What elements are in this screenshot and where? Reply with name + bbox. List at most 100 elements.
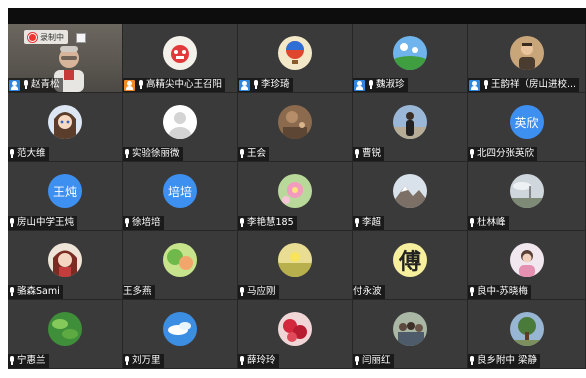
name-bar: 魏淑珍 bbox=[353, 78, 408, 92]
microphone-icon bbox=[469, 356, 475, 366]
microphone-icon bbox=[239, 356, 245, 366]
host-user-icon bbox=[9, 79, 20, 91]
name-bar: 王韵祥（房山进校... bbox=[468, 78, 580, 92]
participant-tile[interactable]: 李珍琦 bbox=[238, 24, 353, 93]
microphone-icon bbox=[124, 218, 130, 228]
participant-tile[interactable]: 培培 徐培培 bbox=[123, 162, 238, 231]
participant-tile[interactable]: 骆森Sami bbox=[8, 231, 123, 300]
default-avatar-icon bbox=[163, 105, 197, 139]
meeting-top-bar bbox=[8, 8, 586, 24]
record-icon bbox=[28, 32, 37, 42]
photo-icon bbox=[278, 105, 312, 139]
participant-name: 良乡附中 梁静 bbox=[477, 355, 538, 366]
participant-name: 曹锐 bbox=[362, 148, 382, 159]
participant-name: 王韵祥（房山进校... bbox=[491, 79, 577, 90]
participant-name: 刘万里 bbox=[132, 355, 161, 366]
participant-tile[interactable]: 薛玲玲 bbox=[238, 300, 353, 369]
text-avatar: 英欣 bbox=[509, 105, 544, 139]
person-outdoor-icon bbox=[393, 105, 427, 139]
name-bar: 刘万里 bbox=[123, 354, 164, 368]
participant-name: 宁惠兰 bbox=[17, 355, 46, 366]
participant-tile[interactable]: 王韵祥（房山进校... bbox=[468, 24, 586, 93]
name-bar: 实验徐丽微 bbox=[123, 147, 183, 161]
host-user-icon bbox=[354, 79, 365, 91]
participant-name: 李超 bbox=[362, 217, 382, 228]
participant-tile[interactable]: 闫丽红 bbox=[353, 300, 468, 369]
name-bar: 北四分张英欣 bbox=[468, 147, 538, 161]
participant-tile[interactable]: 傅付永波 bbox=[353, 231, 468, 300]
girl-avatar-icon bbox=[48, 243, 82, 277]
name-bar: 李艳慧185 bbox=[238, 216, 297, 230]
name-bar: 曹锐 bbox=[353, 147, 385, 161]
calligraphy-icon: 傅 bbox=[393, 243, 427, 277]
participant-tile[interactable]: 实验徐丽微 bbox=[123, 93, 238, 162]
microphone-icon bbox=[9, 149, 15, 159]
participant-name: 房山中学王炖 bbox=[17, 217, 75, 228]
name-bar: 高精尖中心王召阳 bbox=[123, 78, 226, 92]
participant-tile[interactable]: 良乡附中 梁静 bbox=[468, 300, 586, 369]
name-bar: 薛玲玲 bbox=[238, 354, 279, 368]
name-bar: 付永波 bbox=[353, 285, 385, 299]
participant-name: 范大维 bbox=[17, 148, 46, 159]
calligraphy-character: 傅 bbox=[398, 249, 421, 275]
participant-tile[interactable]: 英欣北四分张英欣 bbox=[468, 93, 586, 162]
participant-tile[interactable]: 杜林峰 bbox=[468, 162, 586, 231]
participant-name: 薛玲玲 bbox=[247, 355, 276, 366]
participant-name: 魏淑珍 bbox=[376, 79, 405, 90]
name-bar: 王会 bbox=[238, 147, 270, 161]
participant-tile[interactable]: 李艳慧185 bbox=[238, 162, 353, 231]
participant-name: 闫丽红 bbox=[362, 355, 391, 366]
recording-indicator[interactable]: 录制中 bbox=[24, 30, 68, 44]
participant-tile[interactable]: 范大维 bbox=[8, 93, 123, 162]
mountain-icon bbox=[393, 174, 427, 208]
participant-name: 李艳慧185 bbox=[247, 217, 294, 228]
participant-name: 北四分张英欣 bbox=[477, 148, 535, 159]
participant-tile[interactable]: 王炖房山中学王炖 bbox=[8, 162, 123, 231]
name-bar: 范大维 bbox=[8, 147, 49, 161]
participant-tile[interactable]: 王会 bbox=[238, 93, 353, 162]
participant-video-grid: 录制中 赵青松 高精尖中心王召阳 李珍琦 魏淑珍 王韵祥（房山进校... 范大维 实验徐丽微王… bbox=[8, 24, 586, 369]
name-bar: 良中-苏晓梅 bbox=[468, 285, 531, 299]
microphone-icon bbox=[23, 80, 29, 90]
text-avatar: 培培 bbox=[163, 174, 197, 208]
participant-tile[interactable]: 曹锐 bbox=[353, 93, 468, 162]
microphone-icon bbox=[124, 356, 130, 366]
name-bar: 杜林峰 bbox=[468, 216, 509, 230]
name-bar: 马应刚 bbox=[238, 285, 279, 299]
participant-tile[interactable]: 刘万里 bbox=[123, 300, 238, 369]
participant-name: 良中-苏晓梅 bbox=[477, 286, 528, 297]
name-bar: 闫丽红 bbox=[353, 354, 394, 368]
participant-name: 马应刚 bbox=[247, 286, 276, 297]
participant-name: 赵青松 bbox=[31, 79, 60, 90]
microphone-icon bbox=[124, 149, 130, 159]
stop-recording-icon[interactable] bbox=[76, 33, 86, 43]
participant-name: 付永波 bbox=[353, 286, 382, 297]
man-portrait-icon bbox=[509, 36, 544, 70]
microphone-icon bbox=[483, 80, 489, 90]
participant-name: 高精尖中心王召阳 bbox=[146, 79, 223, 90]
microphone-icon bbox=[354, 218, 360, 228]
participant-tile[interactable]: 马应刚 bbox=[238, 231, 353, 300]
participant-tile[interactable]: 良中-苏晓梅 bbox=[468, 231, 586, 300]
name-bar: 赵青松 bbox=[8, 78, 63, 92]
group-photo-icon bbox=[393, 312, 427, 346]
participant-name: 徐培培 bbox=[132, 217, 161, 228]
host-user-icon bbox=[469, 79, 480, 91]
microphone-icon bbox=[9, 356, 15, 366]
text-avatar: 王炖 bbox=[48, 174, 82, 208]
pink-flower-icon bbox=[278, 174, 312, 208]
participant-tile[interactable]: 录制中 赵青松 bbox=[8, 24, 123, 93]
participant-tile[interactable]: 魏淑珍 bbox=[353, 24, 468, 93]
microphone-icon bbox=[469, 287, 475, 297]
sky-cloud-icon bbox=[163, 312, 197, 346]
participant-name: 杜林峰 bbox=[477, 217, 506, 228]
cloudy-landscape-icon bbox=[509, 174, 544, 208]
participant-tile[interactable]: 王多燕 bbox=[123, 231, 238, 300]
hot-air-balloon-icon bbox=[278, 36, 312, 70]
microphone-icon bbox=[469, 218, 475, 228]
name-bar: 良乡附中 梁静 bbox=[468, 354, 541, 368]
participant-tile[interactable]: 李超 bbox=[353, 162, 468, 231]
red-cartoon-face-icon bbox=[163, 36, 197, 70]
participant-tile[interactable]: 宁惠兰 bbox=[8, 300, 123, 369]
participant-tile[interactable]: 高精尖中心王召阳 bbox=[123, 24, 238, 93]
